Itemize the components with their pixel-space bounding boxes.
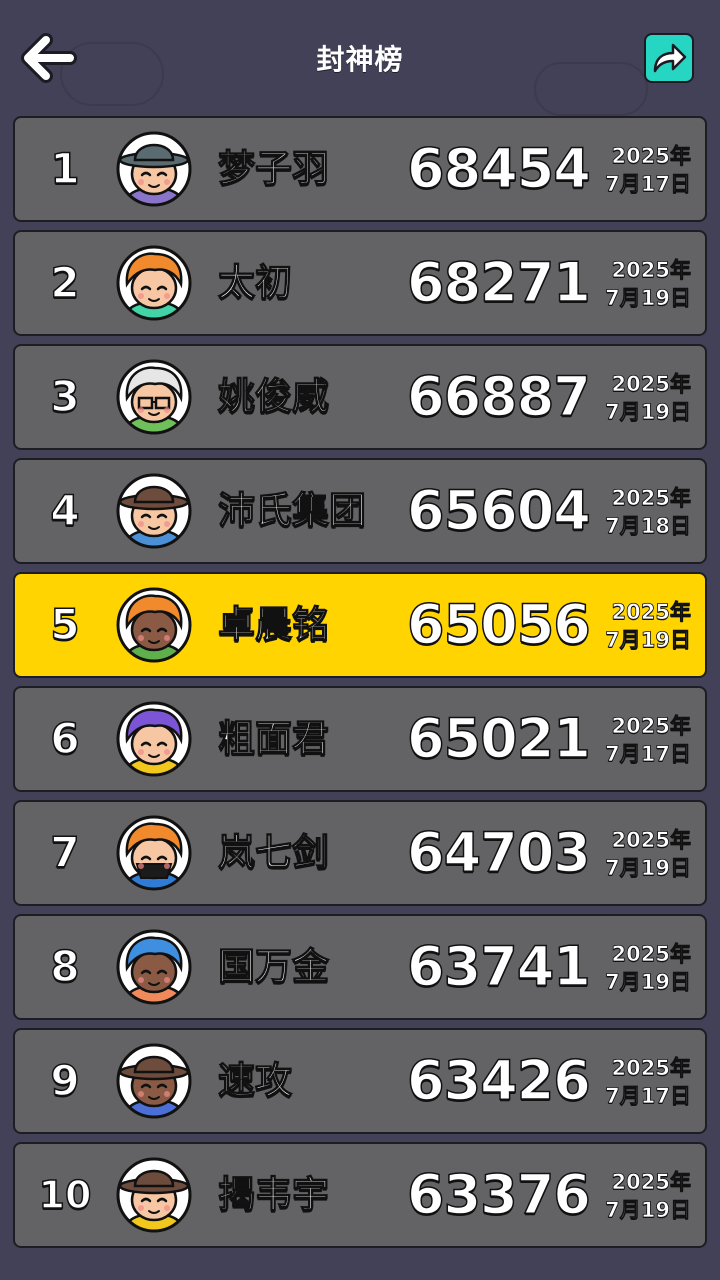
- rank-number: 8: [50, 941, 81, 992]
- record-date: 2025年 7月19日: [605, 256, 692, 312]
- record-date: 2025年 7月19日: [605, 598, 692, 654]
- rank-number: 7: [50, 827, 81, 878]
- share-arrow-icon: [653, 43, 687, 73]
- leaderboard-row[interactable]: 7 岚七剑 64703 2025年 7月19日: [13, 800, 707, 906]
- record-date: 2025年 7月19日: [605, 370, 692, 426]
- rank-number: 3: [50, 371, 81, 422]
- leaderboard-row[interactable]: 4 沛氏集团 65604 2025年 7月18日: [13, 458, 707, 564]
- player-score: 63426: [406, 1048, 591, 1113]
- rank-number: 2: [50, 257, 81, 308]
- record-date-year: 2025年: [611, 828, 691, 853]
- record-date-day: 7月19日: [605, 970, 692, 995]
- player-name: 太初: [217, 260, 292, 304]
- player-name: 梦子羽: [217, 146, 329, 190]
- record-date: 2025年 7月17日: [605, 1054, 692, 1110]
- record-date-year: 2025年: [611, 372, 691, 397]
- player-name: 速攻: [217, 1058, 292, 1102]
- record-date-day: 7月19日: [605, 400, 692, 425]
- leaderboard-row[interactable]: 1 梦子羽 68454 2025年 7月17日: [13, 116, 707, 222]
- record-date-year: 2025年: [611, 144, 691, 169]
- player-avatar[interactable]: [115, 700, 193, 778]
- player-avatar[interactable]: [115, 814, 193, 892]
- leaderboard-row[interactable]: 6 粗面君 65021 2025年 7月17日: [13, 686, 707, 792]
- player-score: 65021: [406, 706, 591, 771]
- player-avatar[interactable]: [115, 1156, 193, 1234]
- record-date-year: 2025年: [611, 942, 691, 967]
- rank-number: 5: [50, 599, 81, 650]
- rank-number: 4: [50, 485, 81, 536]
- record-date: 2025年 7月19日: [605, 1168, 692, 1224]
- leaderboard-row[interactable]: 9 速攻 63426 2025年 7月17日: [13, 1028, 707, 1134]
- record-date: 2025年 7月19日: [605, 940, 692, 996]
- player-score: 68454: [406, 136, 591, 201]
- player-name: 粗面君: [217, 716, 329, 760]
- page-title: 封神榜: [316, 43, 404, 76]
- player-score: 66887: [406, 364, 591, 429]
- record-date-year: 2025年: [611, 486, 691, 511]
- record-date: 2025年 7月18日: [605, 484, 692, 540]
- record-date-day: 7月19日: [605, 856, 692, 881]
- player-avatar[interactable]: [115, 472, 193, 550]
- leaderboard-row[interactable]: 2 太初 68271 2025年 7月19日: [13, 230, 707, 336]
- record-date-year: 2025年: [611, 600, 691, 625]
- player-avatar[interactable]: [115, 586, 193, 664]
- record-date-year: 2025年: [611, 1170, 691, 1195]
- record-date-day: 7月19日: [605, 1198, 692, 1223]
- record-date-day: 7月17日: [605, 172, 692, 197]
- player-score: 65056: [406, 592, 591, 657]
- player-avatar[interactable]: [115, 1042, 193, 1120]
- player-score: 64703: [406, 820, 591, 885]
- player-score: 63376: [406, 1162, 591, 1227]
- player-name: 姚俊威: [217, 374, 329, 418]
- rank-number: 6: [50, 713, 81, 764]
- record-date-day: 7月18日: [605, 514, 692, 539]
- rank-number: 9: [50, 1055, 81, 1106]
- leaderboard-row[interactable]: 10 揭韦宇 63376 2025年 7月19日: [13, 1142, 707, 1248]
- leaderboard-list: 1 梦子羽 68454 2025年 7月17日 2 太初 68271 2025年…: [13, 116, 707, 1256]
- record-date-year: 2025年: [611, 258, 691, 283]
- record-date-day: 7月19日: [605, 628, 692, 653]
- record-date-day: 7月17日: [605, 1084, 692, 1109]
- player-avatar[interactable]: [115, 130, 193, 208]
- player-name: 卓晨铭: [217, 602, 329, 646]
- rank-number: 1: [50, 143, 81, 194]
- record-date-day: 7月17日: [605, 742, 692, 767]
- player-name: 揭韦宇: [217, 1172, 329, 1216]
- leaderboard-row-current-player[interactable]: 5 卓晨铭 65056 2025年 7月19日: [13, 572, 707, 678]
- player-score: 65604: [406, 478, 591, 543]
- record-date-day: 7月19日: [605, 286, 692, 311]
- player-score: 68271: [406, 250, 591, 315]
- player-avatar[interactable]: [115, 358, 193, 436]
- player-avatar[interactable]: [115, 244, 193, 322]
- rank-number: 10: [38, 1172, 92, 1218]
- record-date: 2025年 7月17日: [605, 712, 692, 768]
- record-date: 2025年 7月17日: [605, 142, 692, 198]
- player-name: 国万金: [217, 944, 329, 988]
- player-avatar[interactable]: [115, 928, 193, 1006]
- record-date-year: 2025年: [611, 714, 691, 739]
- player-name: 沛氏集团: [217, 488, 366, 532]
- leaderboard-row[interactable]: 3 姚俊威 66887 2025年 7月19日: [13, 344, 707, 450]
- leaderboard-row[interactable]: 8 国万金 63741 2025年 7月19日: [13, 914, 707, 1020]
- share-button[interactable]: [644, 33, 694, 83]
- player-score: 63741: [406, 934, 591, 999]
- record-date: 2025年 7月19日: [605, 826, 692, 882]
- record-date-year: 2025年: [611, 1056, 691, 1081]
- player-name: 岚七剑: [217, 830, 329, 874]
